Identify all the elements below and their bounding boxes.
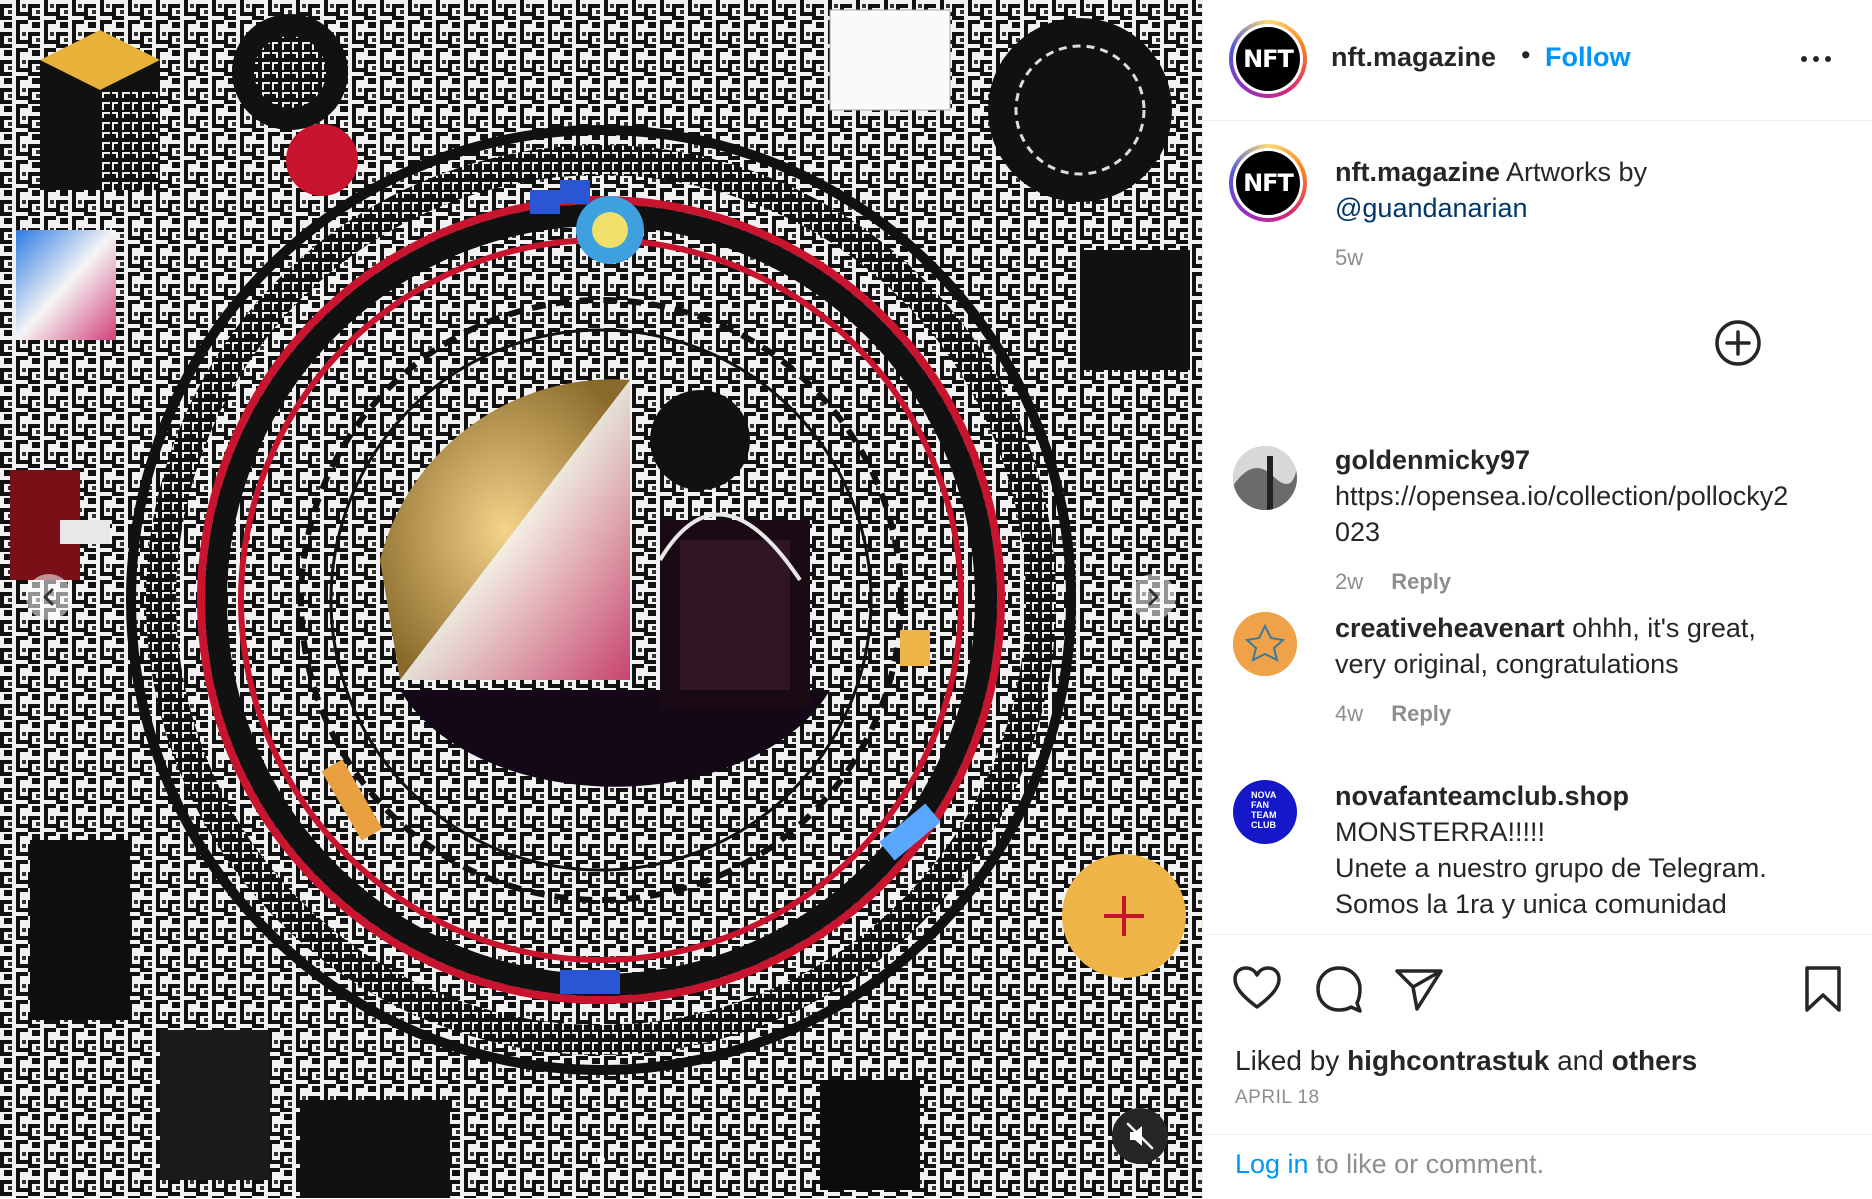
comment-username[interactable]: creativeheavenart xyxy=(1335,613,1565,643)
caption-text: nft.magazine Artworks by @guandanarian 5… xyxy=(1335,154,1835,276)
next-slide-button[interactable] xyxy=(1130,574,1176,620)
comment-timestamp[interactable]: 2w xyxy=(1335,569,1363,594)
post-media[interactable] xyxy=(0,0,1202,1198)
chevron-right-icon xyxy=(1148,588,1159,606)
caption-timestamp[interactable]: 5w xyxy=(1335,240,1835,276)
login-prompt-text: to like or comment. xyxy=(1316,1149,1545,1179)
comments-list[interactable]: goldenmicky97 https://opensea.io/collect… xyxy=(1203,410,1872,930)
caption-avatar[interactable]: NFT xyxy=(1229,144,1307,222)
liked-by-others-link[interactable]: others xyxy=(1612,1045,1698,1076)
heart-icon[interactable] xyxy=(1231,963,1283,1015)
carousel-dots xyxy=(0,1156,1202,1164)
comment-timestamp[interactable]: 4w xyxy=(1335,701,1363,726)
login-link[interactable]: Log in xyxy=(1235,1149,1309,1179)
follow-button[interactable]: Follow xyxy=(1545,42,1630,73)
chevron-left-icon xyxy=(43,588,54,606)
plus-circle-icon[interactable] xyxy=(1713,318,1763,368)
post-side-panel: NFT nft.magazine • Follow NFT nft.magazi… xyxy=(1202,0,1872,1198)
more-options-button[interactable] xyxy=(1791,36,1841,82)
post-header: NFT nft.magazine • Follow xyxy=(1203,0,1872,121)
likes-summary: Liked by highcontrastuk and others xyxy=(1235,1045,1698,1076)
reply-button[interactable]: Reply xyxy=(1391,569,1451,594)
previous-slide-button[interactable] xyxy=(26,574,72,620)
paper-plane-icon[interactable] xyxy=(1393,963,1445,1015)
bookmark-icon[interactable] xyxy=(1797,963,1849,1015)
caption-avatar-logo: NFT xyxy=(1236,151,1300,215)
caption-username[interactable]: nft.magazine xyxy=(1335,157,1500,187)
comment-text: MONSTERRA!!!!! Unete a nuestro grupo de … xyxy=(1335,817,1767,919)
speaker-muted-icon xyxy=(1126,1122,1154,1150)
post-actions: Liked by highcontrastuk and others APRIL… xyxy=(1203,934,1872,1141)
post-date[interactable]: APRIL 18 xyxy=(1235,1087,1320,1109)
commenter-avatar[interactable] xyxy=(1233,612,1297,676)
caption-mention-link[interactable]: @guandanarian xyxy=(1335,193,1528,223)
login-prompt: Log in to like or comment. xyxy=(1203,1134,1872,1199)
author-avatar-logo: NFT xyxy=(1236,27,1300,91)
creative-heaven-logo-icon xyxy=(1233,612,1297,676)
commenter-avatar[interactable] xyxy=(1233,446,1297,510)
comment-text: https://opensea.io/collection/pollocky2 … xyxy=(1335,481,1789,547)
comment-icon[interactable] xyxy=(1313,963,1365,1015)
comment-username[interactable]: novafanteamclub.shop xyxy=(1335,778,1845,814)
artwork-image xyxy=(0,0,1202,1198)
carousel-dot-active xyxy=(597,1156,605,1164)
author-username[interactable]: nft.magazine xyxy=(1331,42,1496,73)
comment-username[interactable]: goldenmicky97 xyxy=(1335,442,1845,478)
art-corner-cube xyxy=(40,30,160,190)
header-separator: • xyxy=(1521,40,1531,70)
art-flower xyxy=(1062,854,1186,978)
nova-fan-team-club-logo: NOVA FAN TEAM CLUB xyxy=(1251,790,1277,830)
liked-by-user-link[interactable]: highcontrastuk xyxy=(1347,1045,1549,1076)
tree-photo-icon xyxy=(1233,446,1297,510)
more-options-icon xyxy=(1801,56,1807,62)
reply-button[interactable]: Reply xyxy=(1391,701,1451,726)
comment-text: creativeheavenart ohhh, it's great, very… xyxy=(1335,613,1756,679)
mute-button[interactable] xyxy=(1112,1108,1168,1164)
author-avatar[interactable]: NFT xyxy=(1229,20,1307,98)
caption-body: Artworks by xyxy=(1506,157,1648,187)
commenter-avatar[interactable]: NOVA FAN TEAM CLUB xyxy=(1233,780,1297,844)
